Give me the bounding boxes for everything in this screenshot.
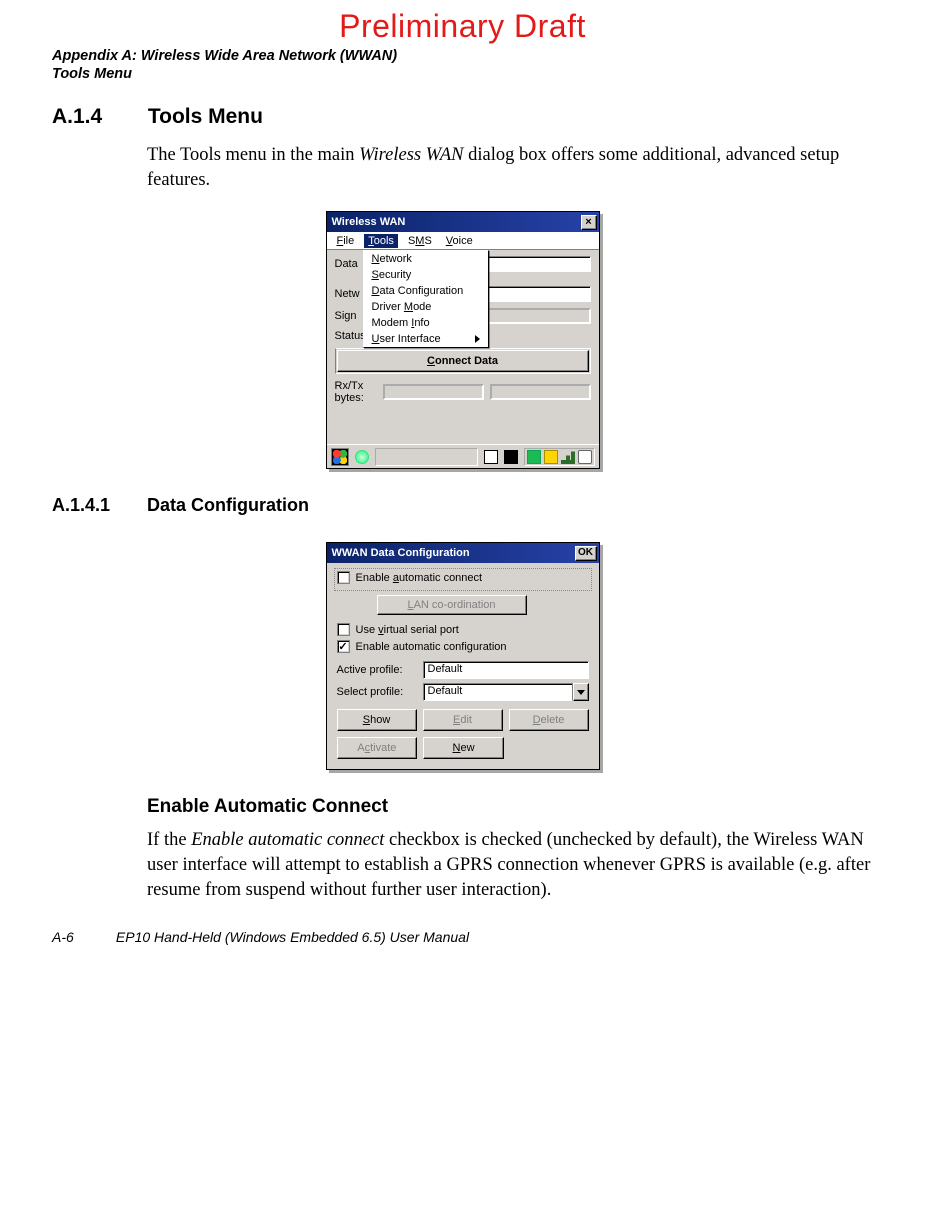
start-button-icon[interactable] xyxy=(331,448,349,466)
menu-item-data-configuration[interactable]: Data Configuration xyxy=(364,283,488,299)
running-header-line1: Appendix A: Wireless Wide Area Network (… xyxy=(52,47,873,65)
section-number: A.1.4 xyxy=(52,105,142,129)
taskbar[interactable] xyxy=(327,444,599,468)
system-tray xyxy=(524,448,595,466)
manual-title: EP10 Hand-Held (Windows Embedded 6.5) Us… xyxy=(116,929,469,945)
titlebar[interactable]: Wireless WAN × xyxy=(327,212,599,232)
section-heading: A.1.4 Tools Menu xyxy=(52,105,873,129)
window-title: WWAN Data Configuration xyxy=(332,547,470,559)
paragraph-heading: Enable Automatic Connect xyxy=(147,796,873,818)
new-button[interactable]: New xyxy=(423,737,504,759)
form-area: Enable automatic connect LAN co-ordinati… xyxy=(327,563,599,769)
battery-icon[interactable] xyxy=(544,450,558,464)
active-profile-field: Default xyxy=(423,661,589,679)
menu-tools[interactable]: Tools xyxy=(364,234,398,248)
select-profile-value: Default xyxy=(423,683,573,701)
select-profile-combo[interactable]: Default xyxy=(423,683,589,701)
chevron-down-icon[interactable] xyxy=(573,683,589,701)
subsection-number: A.1.4.1 xyxy=(52,495,142,516)
submenu-arrow-icon xyxy=(475,335,480,343)
ok-button[interactable]: OK xyxy=(575,546,597,561)
rx-bytes-field xyxy=(383,384,484,400)
page-footer: A-6 EP10 Hand-Held (Windows Embedded 6.5… xyxy=(52,929,873,945)
titlebar[interactable]: WWAN Data Configuration OK xyxy=(327,543,599,563)
lan-coordination-button: LAN co-ordination xyxy=(377,595,527,615)
wwan-data-configuration-window: WWAN Data Configuration OK Enable automa… xyxy=(326,542,600,770)
phone-icon[interactable] xyxy=(527,450,541,464)
power-icon[interactable] xyxy=(578,450,592,464)
signal-icon[interactable] xyxy=(561,450,575,464)
rxtx-label: Rx/Txbytes: xyxy=(335,380,377,404)
globe-icon[interactable] xyxy=(355,450,369,464)
connect-data-button[interactable]: Connect Data xyxy=(337,350,589,372)
tools-dropdown: Network Security Data Configuration Driv… xyxy=(363,250,489,348)
menubar: File Tools SMS Voice Network Security Da… xyxy=(327,232,599,250)
taskbar-spacer xyxy=(375,448,478,466)
menu-voice[interactable]: Voice xyxy=(442,234,477,248)
select-profile-label: Select profile: xyxy=(337,686,417,698)
section-body: The Tools menu in the main Wireless WAN … xyxy=(147,143,873,193)
subsection-title: Data Configuration xyxy=(147,495,309,515)
tray-icon-a[interactable] xyxy=(484,450,498,464)
section-title: Tools Menu xyxy=(148,105,263,128)
show-button[interactable]: Show xyxy=(337,709,417,731)
enable-auto-connect-label: Enable automatic connect xyxy=(356,572,483,584)
running-header: Appendix A: Wireless Wide Area Network (… xyxy=(52,47,873,83)
use-virtual-serial-port-checkbox[interactable] xyxy=(337,623,350,636)
edit-button: Edit xyxy=(423,709,503,731)
wireless-wan-window: Wireless WAN × File Tools SMS Voice Netw… xyxy=(326,211,600,469)
enable-auto-configuration-label: Enable automatic configuration xyxy=(356,641,507,653)
menu-item-network[interactable]: Network xyxy=(364,251,488,267)
tx-bytes-field xyxy=(490,384,591,400)
enable-auto-configuration-checkbox[interactable] xyxy=(337,640,350,653)
activate-button: Activate xyxy=(337,737,418,759)
active-profile-label: Active profile: xyxy=(337,664,417,676)
window-title: Wireless WAN xyxy=(332,216,406,228)
menu-file[interactable]: File xyxy=(333,234,359,248)
subsection-heading: A.1.4.1 Data Configuration xyxy=(52,495,873,516)
tray-icon-b[interactable] xyxy=(504,450,518,464)
use-virtual-serial-port-label: Use virtual serial port xyxy=(356,624,459,636)
preliminary-draft-watermark: Preliminary Draft xyxy=(52,8,873,45)
paragraph-body: If the Enable automatic connect checkbox… xyxy=(147,828,873,903)
menu-item-user-interface[interactable]: User Interface xyxy=(364,331,488,347)
running-header-line2: Tools Menu xyxy=(52,65,873,83)
menu-item-driver-mode[interactable]: Driver Mode xyxy=(364,299,488,315)
menu-item-modem-info[interactable]: Modem Info xyxy=(364,315,488,331)
menu-item-security[interactable]: Security xyxy=(364,267,488,283)
enable-auto-connect-checkbox[interactable] xyxy=(337,571,350,584)
page-number: A-6 xyxy=(52,929,112,945)
delete-button: Delete xyxy=(509,709,589,731)
close-button[interactable]: × xyxy=(581,215,597,230)
menu-sms[interactable]: SMS xyxy=(404,234,436,248)
